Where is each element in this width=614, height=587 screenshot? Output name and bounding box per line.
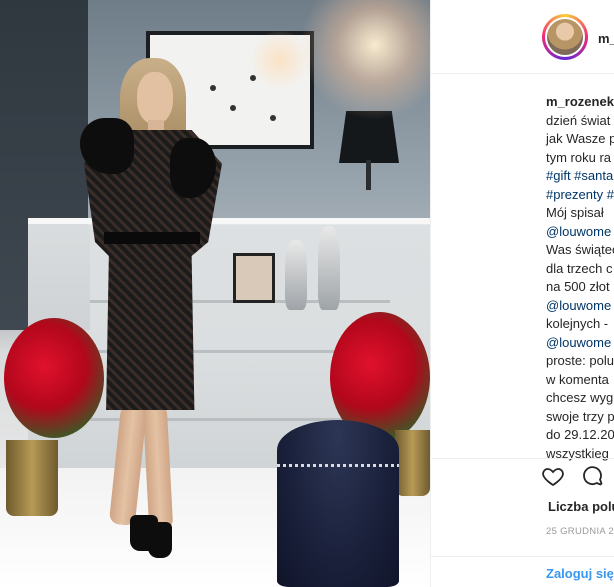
caption-text: Was świątec xyxy=(546,242,614,257)
candle-holder xyxy=(318,226,340,310)
header-username[interactable]: m_ xyxy=(598,31,614,46)
caption-line: jak Wasze p xyxy=(546,130,614,149)
caption-line: kolejnych - xyxy=(546,315,614,334)
caption-hashtag-link[interactable]: @louwome xyxy=(546,298,611,313)
caption-text: kolejnych - xyxy=(546,316,609,331)
caption-line: @louwome xyxy=(546,223,614,242)
caption-line: #gift #santa xyxy=(546,167,614,186)
caption-hashtag-link[interactable]: @louwome xyxy=(546,335,611,350)
caption-line: dzień świat xyxy=(546,112,614,131)
caption-line: Was świątec xyxy=(546,241,614,260)
caption-text: dzień świat xyxy=(546,112,611,128)
caption-text: chcesz wyg xyxy=(546,390,614,405)
caption-line: chcesz wyg xyxy=(546,389,614,408)
post-photo[interactable] xyxy=(0,0,430,587)
plant-pot xyxy=(6,440,58,516)
caption-text: tym roku ra xyxy=(546,149,612,165)
caption-line: Mój spisał xyxy=(546,204,614,223)
action-bar xyxy=(431,458,614,490)
comment-icon[interactable] xyxy=(581,464,605,488)
caption-hashtag-link[interactable]: #prezenty # xyxy=(546,187,614,202)
candle-holder xyxy=(285,240,307,310)
poinsettia-plant xyxy=(4,318,104,438)
post-header: m_ xyxy=(431,0,614,74)
caption-username[interactable]: m_rozenek xyxy=(546,94,614,109)
caption-text: proste: polu xyxy=(546,353,614,368)
caption-line: tym roku ra xyxy=(546,149,614,168)
caption-line: na 500 złot xyxy=(546,278,614,297)
caption-line: @louwome xyxy=(546,334,614,353)
caption-text: na 500 złot xyxy=(546,279,610,294)
caption-text: jak Wasze p xyxy=(546,131,614,146)
caption-hashtag-link[interactable]: @louwome xyxy=(546,224,611,239)
caption-text: w komenta xyxy=(546,371,609,387)
caption-line: proste: polu xyxy=(546,352,614,371)
post-date[interactable]: 25 GRUDNIA 20 xyxy=(546,526,614,537)
caption-line: dla trzech c xyxy=(546,260,614,279)
ottoman xyxy=(277,420,399,587)
caption-line: do 29.12.20 xyxy=(546,426,614,445)
person-face xyxy=(137,72,173,124)
caption-text: Mój spisał xyxy=(546,205,604,220)
caption-line: #prezenty # xyxy=(546,186,614,205)
plant-pot xyxy=(395,430,430,496)
avatar[interactable] xyxy=(545,17,585,57)
caption-line: @louwome xyxy=(546,297,614,316)
caption-hashtag-link[interactable]: #gift #santa xyxy=(546,168,613,183)
post-caption: m_rozenek dzień świat jak Wasze p tym roku … xyxy=(546,93,614,463)
login-link[interactable]: Zaloguj się xyxy=(546,566,614,581)
post-side-panel: m_ m_rozenek dzień świat jak Wasze p tym ro… xyxy=(430,0,614,587)
picture-frame xyxy=(233,253,275,303)
caption-text: dla trzech c xyxy=(546,260,613,276)
login-bar: Zaloguj się xyxy=(431,556,614,587)
caption-line: swoje trzy p xyxy=(546,408,614,427)
caption-line: m_rozenek xyxy=(546,93,614,112)
caption-line: w komenta xyxy=(546,371,614,390)
heart-icon[interactable] xyxy=(541,464,565,488)
avatar-story-ring[interactable] xyxy=(542,14,588,60)
caption-text: do 29.12.20 xyxy=(546,427,614,442)
caption-text: swoje trzy p xyxy=(546,408,614,424)
likes-count[interactable]: Liczba polu xyxy=(548,499,614,514)
